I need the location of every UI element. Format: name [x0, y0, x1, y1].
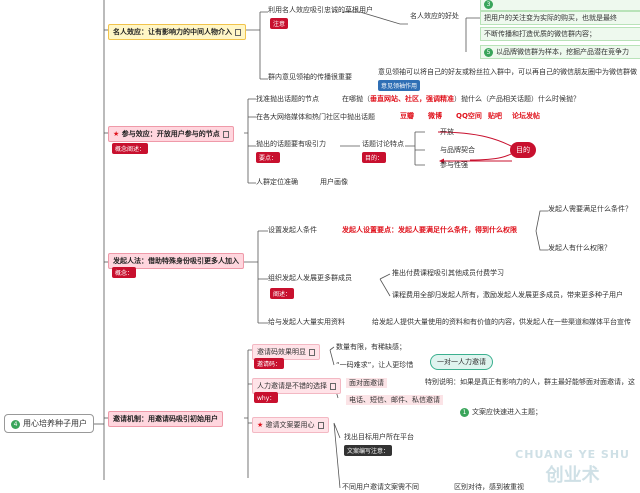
node-remote-invite: 电话、短信、邮件、私信邀请	[346, 395, 443, 406]
node-crowd-positioning[interactable]: 人群定位准确	[256, 178, 298, 186]
benefit-item: 把用户的关注变为实际的购买，也就是最终	[480, 11, 640, 25]
benefit-item: 5 以品牌微信群为样本，挖掘产品潜在竞争力	[480, 45, 640, 59]
benefit-item: 不断传播和打造优质的微信群内容；	[480, 27, 640, 41]
branch-participation-title: 参与效应：开放用户参与的节点	[121, 130, 220, 138]
platform-item: 豆瓣	[400, 112, 414, 120]
node-different-copy: 不同用户邀请文案需不同	[342, 483, 419, 491]
node-course-revenue: 课程费用全部归发起人所有，激励发起人发展更多成员，带来更多种子用户	[392, 291, 623, 299]
tag-key-point: 要点：	[256, 152, 281, 163]
branch-celebrity-title: 名人效应：让有影响力的中间人物介入	[113, 28, 232, 36]
tag-opinion-leader-role: 意见领袖作用	[378, 80, 421, 91]
node-initiator-key-points: 发起人设置要点：发起人要满足什么条件，得到什么权限	[342, 226, 517, 234]
node-materials-detail: 给发起人提供大量使用的资料和有价值的内容，供发起人在一些渠道和媒体平台宣传	[372, 318, 631, 326]
node-invite-copy[interactable]: ★ 邀请文案要用心	[252, 417, 329, 433]
root-badge: 4	[11, 420, 20, 429]
node-topic-features[interactable]: 话题讨论特点	[362, 140, 404, 148]
root-label: 用心培养种子用户	[23, 419, 87, 428]
node-grow-members[interactable]: 组织发起人发展更多群成员	[268, 274, 352, 282]
note-icon	[330, 382, 336, 390]
node-attractive-topic[interactable]: 抛出的话题要有吸引力	[256, 140, 326, 148]
tag-explain: 阐述：	[270, 288, 295, 299]
node-user-persona: 用户画像	[320, 178, 348, 186]
copy-tip: 1 文案应快速进入主题；	[460, 408, 542, 417]
platform-item: QQ空间	[456, 112, 482, 120]
branch-invite-mechanism[interactable]: 邀请机制：用邀请码吸引初始用户	[108, 411, 223, 427]
tag-concept: 概念：	[112, 267, 137, 278]
node-special-note: 特别说明：如果是真正有影响力的人，群主最好能够面对面邀请，这	[425, 378, 635, 386]
copy-tip: 区别对待，感到被重视	[454, 483, 524, 491]
branch-participation-effect[interactable]: ★ 参与效应：开放用户参与的节点	[108, 126, 234, 142]
watermark-line2: 创业术	[545, 465, 600, 486]
node-media-communities[interactable]: 在各大网络媒体和热门社区中抛出话题	[256, 113, 375, 121]
branch-initiator-title: 发起人法：借助特殊身份吸引更多人加入	[113, 257, 239, 265]
watermark-logo: CHUANG YE SHU 创业术	[515, 448, 630, 487]
watermark-line1: CHUANG YE SHU	[515, 448, 630, 461]
benefit-item: 3	[480, 0, 640, 11]
node-initiator-permissions: 发起人有什么权限？	[548, 244, 611, 252]
feature-item: 参与性强	[440, 161, 468, 169]
node-provide-materials[interactable]: 给与发起人大量实用资料	[268, 318, 345, 326]
node-hard-to-get: “一码难求”，让人更珍惜	[336, 361, 414, 369]
platform-item: 论坛发帖	[512, 112, 540, 120]
branch-invite-title: 邀请机制：用邀请码吸引初始用户	[113, 415, 218, 423]
node-opinion-leader-detail: 意见领袖可以将自己的好友或粉丝拉入群中，可以再自己的微信朋友圈中为微信群做	[378, 68, 637, 76]
tag-why: why：	[254, 392, 279, 403]
bubble-one-to-one: 一对一人力邀请	[430, 354, 493, 370]
star-icon: ★	[113, 130, 120, 138]
platform-item: 贴吧	[488, 112, 502, 120]
goal-bubble: 目的	[510, 142, 536, 158]
note-icon	[317, 421, 324, 429]
node-celebrity-attract[interactable]: 利用名人效应吸引忠诚的草根用户	[268, 6, 373, 14]
node-celebrity-benefits[interactable]: 名人效应的好处	[410, 12, 459, 20]
note-icon	[309, 348, 315, 356]
tag-attention: 注意	[270, 18, 289, 29]
tag-invite-code: 邀请码：	[254, 358, 285, 369]
branch-celebrity-effect[interactable]: 名人效应：让有影响力的中间人物介入	[108, 24, 246, 40]
node-topic-timing[interactable]: 找准抛出话题的节点	[256, 95, 319, 103]
star-icon: ★	[257, 421, 264, 429]
feature-item: 与品牌契合	[440, 146, 475, 154]
node-paid-courses: 推出付费课程吸引其他成员付费学习	[392, 269, 504, 277]
tag-copy-notes: 文案编写注意：	[344, 445, 393, 456]
feature-item: 开放	[440, 128, 454, 136]
node-initiator-requirements: 发起人需要满足什么条件？	[548, 205, 632, 213]
root-node[interactable]: 4 用心培养种子用户	[4, 414, 94, 433]
node-limited-quantity: 数量有限，有稀缺感；	[336, 343, 406, 351]
node-where-what-when: 在哪抛（垂直网站、社区，强调精准）抛什么（产品相关话题）什么时候抛？	[342, 95, 580, 103]
node-opinion-leader[interactable]: 群内意见领袖的传播很重要	[268, 73, 352, 81]
tag-purpose: 目的：	[362, 152, 387, 163]
note-icon	[222, 130, 229, 138]
platform-item: 微博	[428, 112, 442, 120]
note-icon	[235, 28, 241, 36]
node-initiator-conditions[interactable]: 设置发起人条件	[268, 226, 317, 234]
tag-concept: 概念阐述：	[112, 143, 149, 154]
node-target-platform: 找出目标用户所在平台	[344, 433, 414, 441]
node-face-to-face: 面对面邀请	[346, 378, 387, 389]
